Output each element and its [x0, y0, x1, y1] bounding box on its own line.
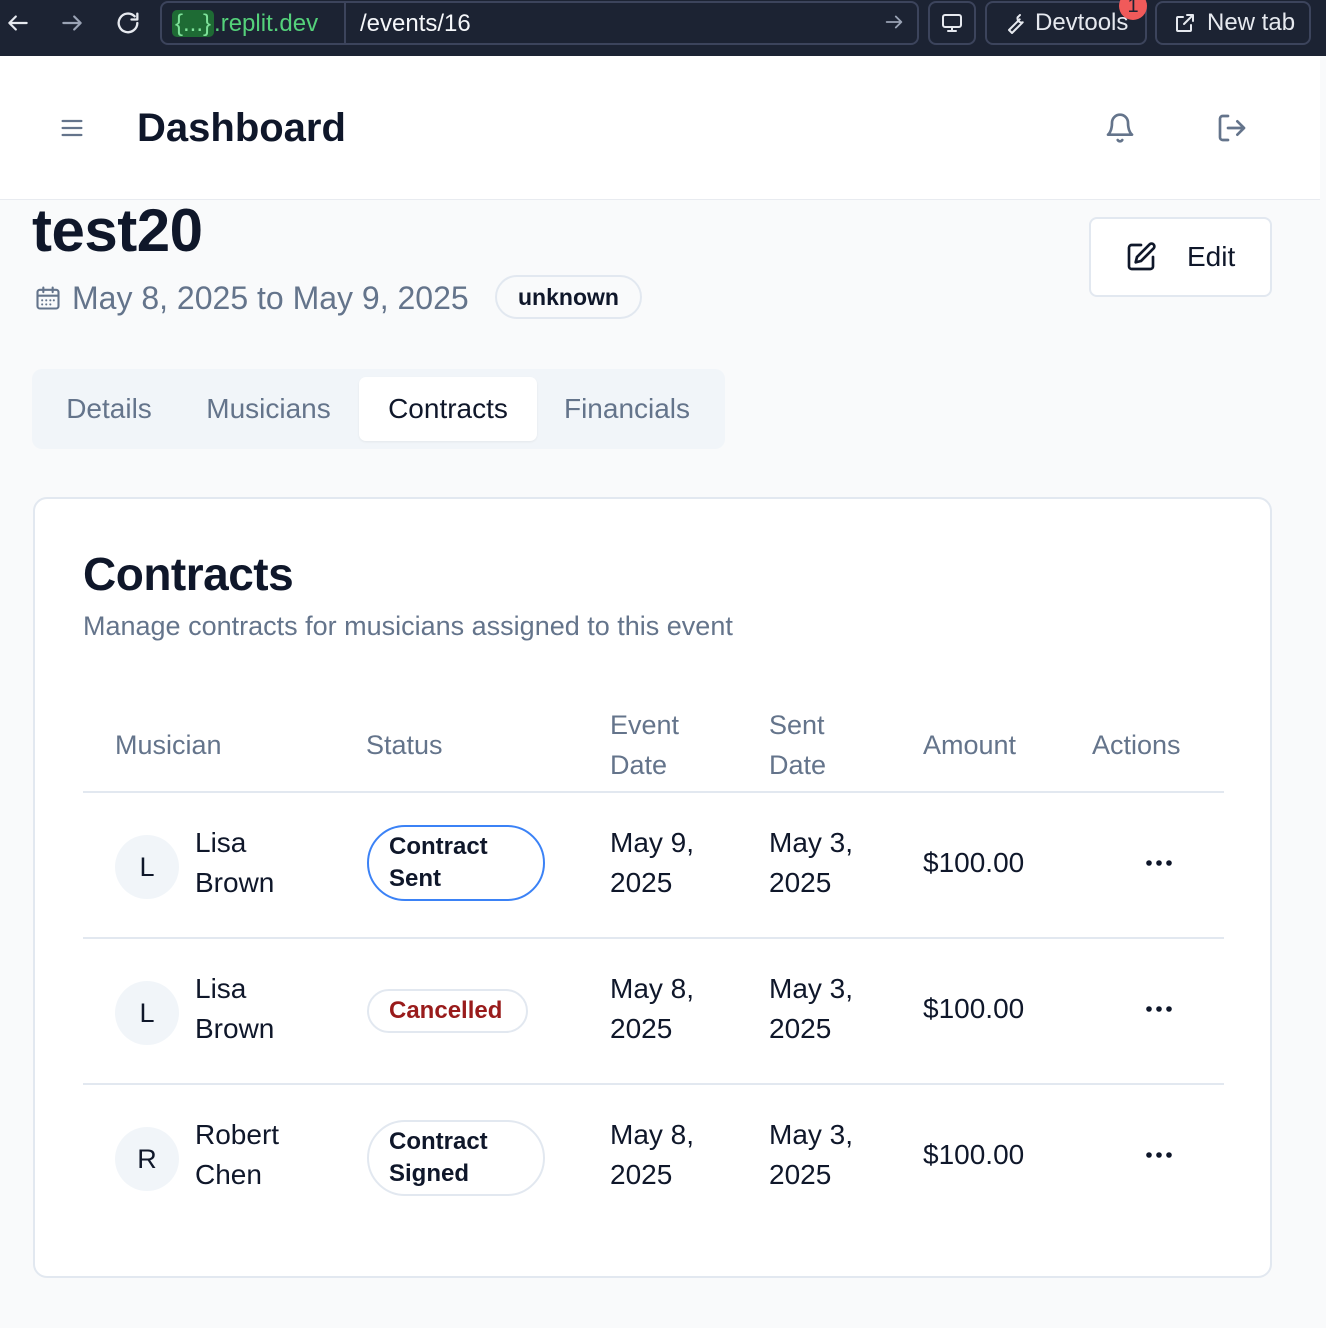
url-path: /events/16 [360, 10, 471, 37]
calendar-icon [34, 284, 62, 312]
musician-name: Lisa Brown [195, 973, 275, 1044]
table-row: L Lisa Brown Contract Sent May 9, 2025 May … [83, 793, 1224, 937]
avatar: R [115, 1127, 179, 1191]
card-title: Contracts [83, 548, 294, 600]
logout-icon [1218, 114, 1246, 142]
forward-button[interactable] [54, 6, 90, 40]
status-badge: Contract Signed [367, 1120, 545, 1196]
amount: $100.00 [923, 847, 1025, 878]
wrench-icon [1008, 14, 1024, 34]
event-date-range: May 8, 2025 to May 9, 2025 [34, 278, 469, 318]
amount: $100.00 [923, 1139, 1025, 1170]
contracts-card: Contracts Manage contracts for musicians… [33, 497, 1272, 1278]
column-header-sent-date: Sent Date [769, 710, 827, 780]
menu-icon [61, 119, 83, 137]
more-options-icon [1146, 860, 1172, 866]
browser-toolbar: {...} .replit.dev /events/16 Devtools 1 N… [0, 0, 1326, 56]
go-arrow-icon [885, 15, 903, 29]
table-row: R Robert Chen Contract Signed May 8, 2025 M… [83, 1085, 1224, 1229]
sent-date: May 3, 2025 [769, 1119, 854, 1190]
column-header-status: Status [366, 730, 443, 760]
avatar: L [115, 835, 179, 899]
column-header-amount: Amount [923, 730, 1017, 760]
url-divider [344, 3, 346, 43]
logout-button[interactable] [1210, 106, 1254, 150]
row-actions-button[interactable] [1143, 847, 1175, 879]
back-arrow-icon [8, 15, 28, 31]
tab-contracts[interactable]: Contracts [359, 377, 537, 441]
card-subtitle: Manage contracts for musicians assigned … [83, 611, 733, 641]
more-options-icon [1146, 1152, 1172, 1158]
bell-icon [1106, 113, 1134, 143]
event-dates-text: May 8, 2025 to May 9, 2025 [72, 279, 469, 316]
edit-icon [1127, 242, 1156, 271]
column-header-event-date: Event Date [610, 710, 680, 780]
row-actions-button[interactable] [1143, 993, 1175, 1025]
url-domain: {...} .replit.dev [172, 9, 318, 39]
address-bar[interactable]: {...} .replit.dev /events/16 [160, 1, 919, 45]
tab-musicians[interactable]: Musicians [178, 377, 359, 441]
tab-financials[interactable]: Financials [537, 377, 717, 441]
new-tab-button[interactable]: New tab [1155, 1, 1311, 45]
column-header-musician: Musician [115, 730, 222, 760]
more-options-icon [1146, 1006, 1172, 1012]
musician-name: Lisa Brown [195, 827, 275, 898]
event-status-badge: unknown [495, 275, 642, 319]
table-row: L Lisa Brown Cancelled May 8, 2025 May 3, 2… [83, 939, 1224, 1083]
amount: $100.00 [923, 993, 1025, 1024]
go-button[interactable] [883, 11, 905, 38]
status-badge: Contract Sent [367, 825, 545, 901]
notifications-button[interactable] [1098, 106, 1142, 150]
app-header: Dashboard [0, 56, 1320, 200]
row-actions-button[interactable] [1143, 1139, 1175, 1171]
musician-name: Robert Chen [195, 1119, 280, 1190]
screen-button[interactable] [928, 1, 976, 45]
avatar: L [115, 981, 179, 1045]
sent-date: May 3, 2025 [769, 827, 854, 898]
event-date: May 9, 2025 [610, 827, 695, 898]
page-title: Dashboard [137, 106, 346, 150]
sent-date: May 3, 2025 [769, 973, 854, 1044]
devtools-label: Devtools [1035, 9, 1129, 36]
edit-label: Edit [1187, 241, 1236, 272]
event-title: test20 [32, 197, 203, 264]
forward-arrow-icon [62, 15, 82, 31]
monitor-icon [942, 14, 962, 32]
new-tab-label: New tab [1207, 9, 1296, 36]
tab-details[interactable]: Details [40, 377, 178, 441]
status-badge: Cancelled [367, 989, 528, 1033]
reload-button[interactable] [110, 6, 146, 40]
reload-icon [117, 12, 139, 34]
external-link-icon [1176, 14, 1194, 32]
event-tabs: Details Musicians Contracts Financials [32, 369, 725, 449]
event-date: May 8, 2025 [610, 973, 695, 1044]
column-header-actions: Actions [1092, 730, 1181, 760]
edit-button[interactable]: Edit [1089, 217, 1272, 297]
menu-button[interactable] [50, 106, 94, 150]
event-date: May 8, 2025 [610, 1119, 695, 1190]
back-button[interactable] [0, 6, 36, 40]
